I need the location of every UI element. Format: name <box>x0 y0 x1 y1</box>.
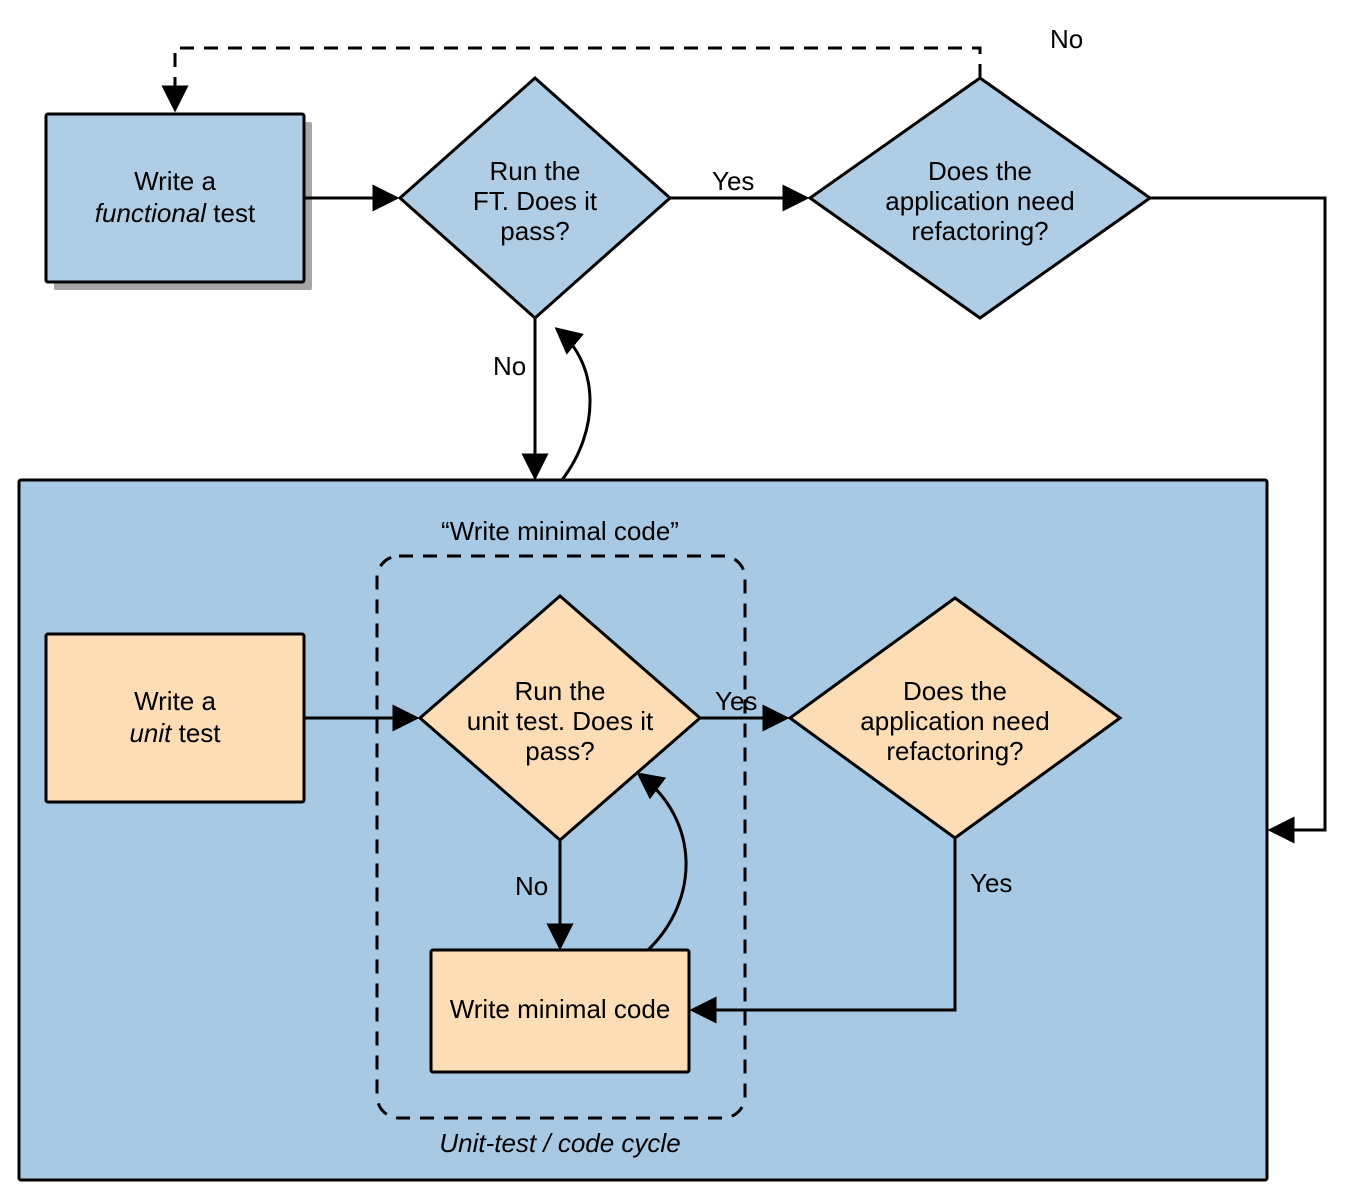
flowchart-diagram: “Write minimal code” Unit-test / code cy… <box>0 0 1346 1191</box>
label-ut-no: No <box>515 871 548 901</box>
node-write-unit-test: Write a unit test <box>46 634 304 802</box>
svg-text:Write minimal code: Write minimal code <box>450 994 671 1024</box>
label-refactor-bot-yes: Yes <box>970 868 1012 898</box>
svg-text:FT. Does it: FT. Does it <box>473 186 598 216</box>
node-run-ft: Run the FT. Does it pass? <box>400 78 670 318</box>
svg-text:unit test. Does it: unit test. Does it <box>467 706 654 736</box>
svg-text:Does the: Does the <box>903 676 1007 706</box>
cycle-caption: Unit-test / code cycle <box>439 1128 680 1158</box>
node-write-functional-test: Write a functional test <box>46 114 312 290</box>
svg-text:Write a: Write a <box>134 686 216 716</box>
svg-text:application need: application need <box>860 706 1049 736</box>
svg-text:Write a: Write a <box>134 166 216 196</box>
svg-text:unit test: unit test <box>129 718 221 748</box>
label-ft-no: No <box>493 351 526 381</box>
svg-text:refactoring?: refactoring? <box>911 216 1048 246</box>
svg-text:refactoring?: refactoring? <box>886 736 1023 766</box>
write-min-header: “Write minimal code” <box>441 516 679 546</box>
svg-text:functional test: functional test <box>95 198 256 228</box>
svg-text:pass?: pass? <box>500 216 569 246</box>
svg-text:application need: application need <box>885 186 1074 216</box>
svg-text:pass?: pass? <box>525 736 594 766</box>
svg-text:Run the: Run the <box>514 676 605 706</box>
node-refactor-top: Does the application need refactoring? <box>810 78 1150 318</box>
svg-text:Does the: Does the <box>928 156 1032 186</box>
label-ut-yes: Yes <box>715 686 757 716</box>
edge-refactortop-no <box>175 48 980 108</box>
svg-text:Run the: Run the <box>489 156 580 186</box>
label-ft-yes: Yes <box>712 166 754 196</box>
edge-container-back-to-runft <box>558 330 590 480</box>
node-write-minimal-code: Write minimal code <box>431 950 689 1072</box>
label-refactor-top-no: No <box>1050 24 1083 54</box>
unit-cycle-container <box>19 480 1267 1180</box>
